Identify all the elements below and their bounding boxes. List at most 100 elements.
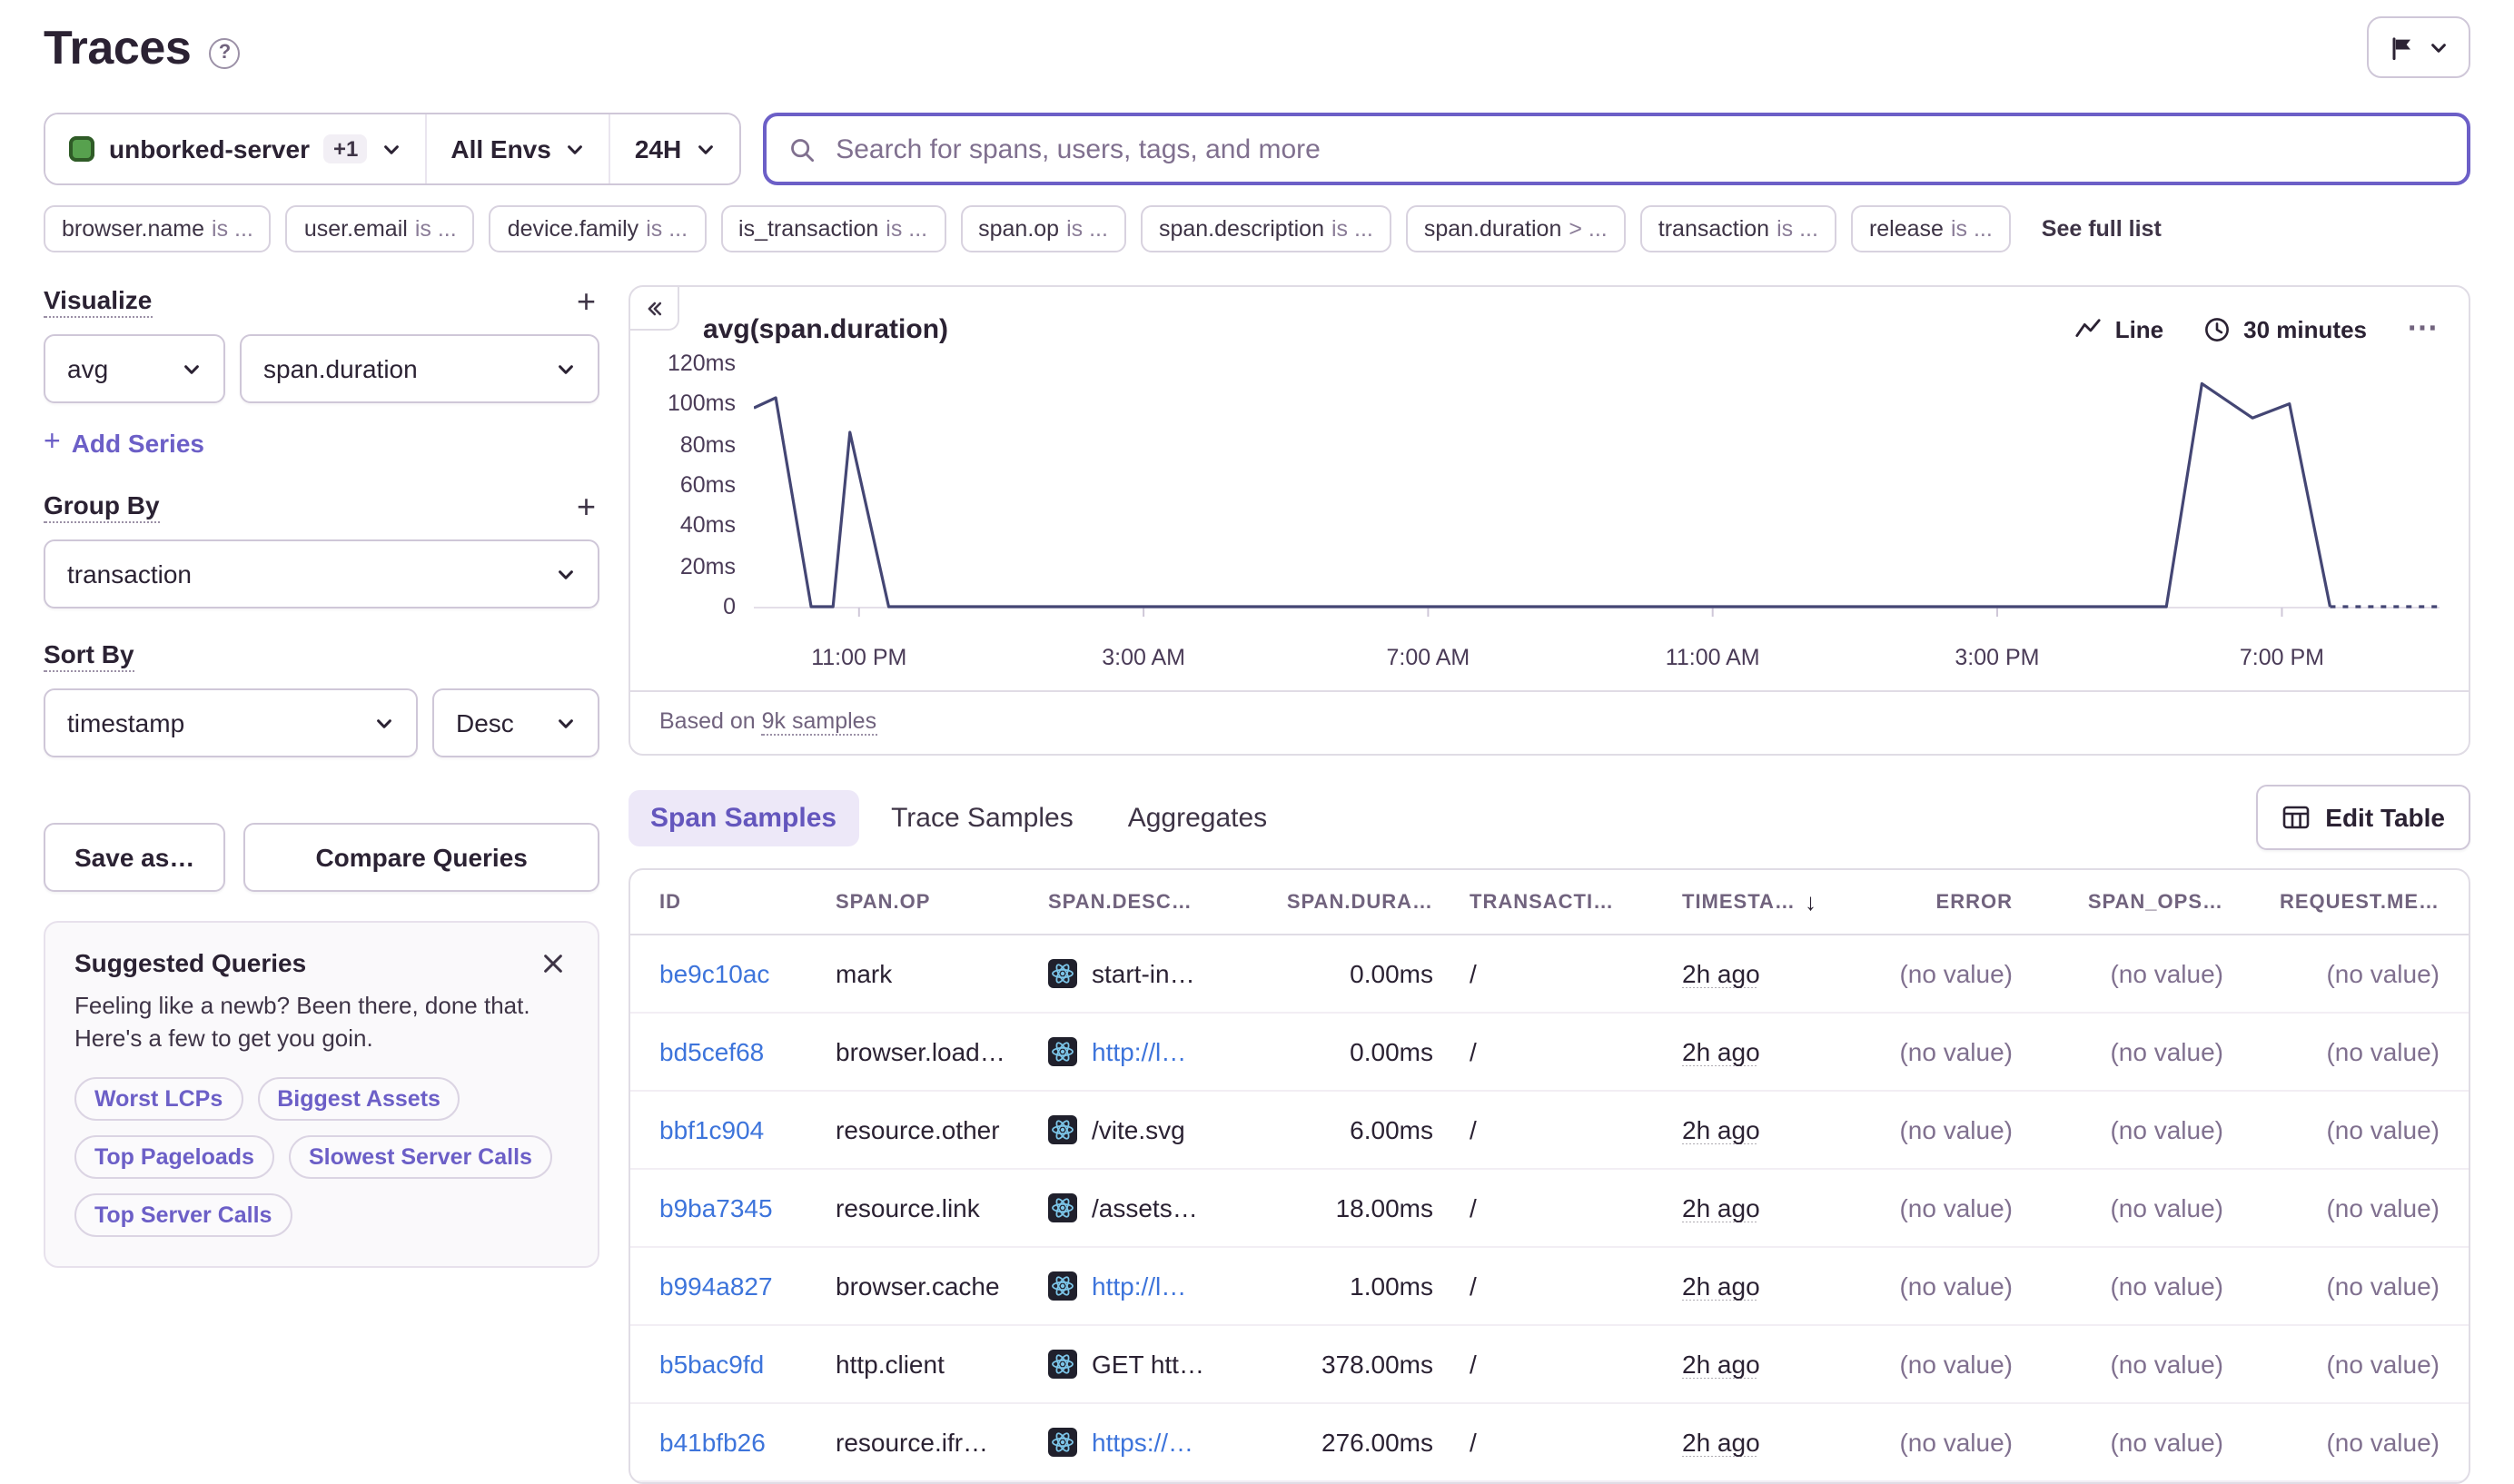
span-description-text[interactable]: http://l…	[1092, 1037, 1186, 1066]
filter-chip-span.description[interactable]: span.descriptionis ...	[1141, 205, 1391, 252]
column-header-span-op[interactable]: SPAN.OP	[817, 891, 1030, 913]
tab-trace-samples[interactable]: Trace Samples	[869, 789, 1095, 846]
suggested-chip-slowest-server-calls[interactable]: Slowest Server Calls	[289, 1135, 552, 1179]
cell-timestamp: 2h ago	[1664, 1193, 1849, 1222]
column-header-id[interactable]: ID	[630, 891, 817, 913]
span-id-link[interactable]: b41bfb26	[659, 1428, 766, 1457]
filter-chip-browser.name[interactable]: browser.nameis ...	[44, 205, 272, 252]
span-id-link[interactable]: b9ba7345	[659, 1193, 773, 1222]
chevron-down-icon	[556, 359, 576, 379]
aggregate-select[interactable]: avg	[44, 334, 225, 403]
column-header-span-dura[interactable]: SPAN.DURA…	[1248, 891, 1451, 913]
environment-picker[interactable]: All Envs	[425, 114, 609, 183]
feedback-button[interactable]	[2367, 16, 2470, 78]
main-panel: avg(span.duration) Line 30 m	[628, 285, 2470, 1484]
cell-request-method: (no value)	[2242, 959, 2469, 988]
close-icon[interactable]	[538, 948, 569, 979]
span-id-link[interactable]: b5bac9fd	[659, 1350, 764, 1379]
traces-page: Traces ? unborked-server +1 All Envs	[0, 0, 2514, 1451]
column-header-timesta[interactable]: TIMESTA…↓	[1664, 888, 1849, 915]
span-id-link[interactable]: be9c10ac	[659, 959, 769, 988]
timestamp-value[interactable]: 2h ago	[1682, 1193, 1760, 1222]
cell-span-id: b9ba7345	[630, 1193, 817, 1222]
span-description-text[interactable]: https://…	[1092, 1428, 1193, 1457]
span-id-link[interactable]: b994a827	[659, 1271, 773, 1301]
filter-chip-device.family[interactable]: device.familyis ...	[490, 205, 706, 252]
column-header-span-desc[interactable]: SPAN.DESC…	[1030, 891, 1248, 913]
add-visualize-button[interactable]: +	[573, 285, 599, 318]
span-description-text[interactable]: http://l…	[1092, 1271, 1186, 1301]
filter-chip-is_transaction[interactable]: is_transactionis ...	[720, 205, 945, 252]
group-by-label: Group By	[44, 490, 160, 523]
help-icon[interactable]: ?	[209, 37, 240, 68]
chart-options-icon[interactable]: ⋯	[2407, 311, 2440, 347]
project-platform-icon	[1048, 1350, 1077, 1379]
tab-aggregates[interactable]: Aggregates	[1106, 789, 1289, 846]
span-id-link[interactable]: bbf1c904	[659, 1115, 764, 1144]
suggested-chip-worst-lcps[interactable]: Worst LCPs	[74, 1077, 242, 1121]
timestamp-value[interactable]: 2h ago	[1682, 1350, 1760, 1379]
table-row: bd5cef68browser.load…http://l…0.00ms/2h …	[630, 1014, 2469, 1092]
filter-chip-transaction[interactable]: transactionis ...	[1640, 205, 1836, 252]
cell-transaction: /	[1451, 1115, 1664, 1144]
chart-plot[interactable]	[754, 356, 2440, 639]
timestamp-value[interactable]: 2h ago	[1682, 1428, 1760, 1457]
see-full-list-button[interactable]: See full list	[2025, 205, 2178, 252]
search-input[interactable]	[832, 132, 2445, 166]
cell-span-op: browser.cache	[817, 1271, 1030, 1301]
cell-span-id: bbf1c904	[630, 1115, 817, 1144]
timestamp-value[interactable]: 2h ago	[1682, 959, 1760, 988]
chart-x-axis: 11:00 PM3:00 AM7:00 AM11:00 AM3:00 PM7:0…	[754, 639, 2440, 679]
cell-span-description: http://l…	[1030, 1271, 1248, 1301]
cell-error: (no value)	[1849, 1271, 2031, 1301]
timestamp-value[interactable]: 2h ago	[1682, 1271, 1760, 1301]
group-by-select[interactable]: transaction	[44, 539, 599, 608]
filter-chip-span.duration[interactable]: span.duration> ...	[1406, 205, 1626, 252]
date-range-picker[interactable]: 24H	[609, 114, 739, 183]
add-series-button[interactable]: + Add Series	[44, 427, 204, 460]
cell-span-op: resource.other	[817, 1115, 1030, 1144]
table-row: be9c10acmarkstart-in…0.00ms/2h ago(no va…	[630, 935, 2469, 1014]
field-select[interactable]: span.duration	[240, 334, 599, 403]
cell-span-ops: (no value)	[2031, 1193, 2242, 1222]
suggested-chip-top-server-calls[interactable]: Top Server Calls	[74, 1193, 292, 1237]
results-tab-bar: Span Samples Trace Samples Aggregates Ed…	[628, 785, 2470, 850]
tab-span-samples[interactable]: Span Samples	[628, 789, 858, 846]
project-picker[interactable]: unborked-server +1	[45, 114, 425, 183]
cell-transaction: /	[1451, 1350, 1664, 1379]
timestamp-value[interactable]: 2h ago	[1682, 1037, 1760, 1066]
sort-direction-select[interactable]: Desc	[432, 688, 599, 757]
cell-request-method: (no value)	[2242, 1115, 2469, 1144]
suggested-chip-top-pageloads[interactable]: Top Pageloads	[74, 1135, 274, 1179]
edit-table-button[interactable]: Edit Table	[2256, 785, 2470, 850]
collapse-chart-button[interactable]	[630, 287, 679, 331]
y-axis-label: 40ms	[680, 513, 736, 539]
compare-queries-button[interactable]: Compare Queries	[243, 823, 599, 892]
y-axis-label: 60ms	[680, 472, 736, 498]
cell-timestamp: 2h ago	[1664, 1428, 1849, 1457]
filter-chip-release[interactable]: releaseis ...	[1851, 205, 2011, 252]
filter-chip-user.email[interactable]: user.emailis ...	[286, 205, 475, 252]
interval-button[interactable]: 30 minutes	[2203, 315, 2367, 342]
add-group-by-button[interactable]: +	[573, 490, 599, 523]
cell-span-duration: 6.00ms	[1248, 1115, 1451, 1144]
timestamp-value[interactable]: 2h ago	[1682, 1115, 1760, 1144]
column-header-request-me[interactable]: REQUEST.ME…	[2242, 891, 2469, 913]
table-row: b41bfb26resource.ifr…https://…276.00ms/2…	[630, 1404, 2469, 1482]
column-header-transacti[interactable]: TRANSACTI…	[1451, 891, 1664, 913]
chart-type-button[interactable]: Line	[2075, 315, 2163, 342]
suggested-chip-biggest-assets[interactable]: Biggest Assets	[257, 1077, 460, 1121]
column-header-error[interactable]: ERROR	[1849, 891, 2031, 913]
filter-chip-span.op[interactable]: span.opis ...	[960, 205, 1126, 252]
cell-transaction: /	[1451, 1428, 1664, 1457]
cell-span-ops: (no value)	[2031, 1271, 2242, 1301]
suggested-queries-body: Feeling like a newb? Been there, done th…	[74, 990, 569, 1057]
span-id-link[interactable]: bd5cef68	[659, 1037, 764, 1066]
cell-span-id: b994a827	[630, 1271, 817, 1301]
save-as-button[interactable]: Save as…	[44, 823, 225, 892]
sort-field-select[interactable]: timestamp	[44, 688, 418, 757]
cell-span-description: start-in…	[1030, 959, 1248, 988]
chart-body: 120ms100ms80ms60ms40ms20ms0 11:00 PM3:00…	[630, 349, 2469, 679]
clock-icon	[2203, 315, 2231, 342]
column-header-span-ops[interactable]: SPAN_OPS…	[2031, 891, 2242, 913]
